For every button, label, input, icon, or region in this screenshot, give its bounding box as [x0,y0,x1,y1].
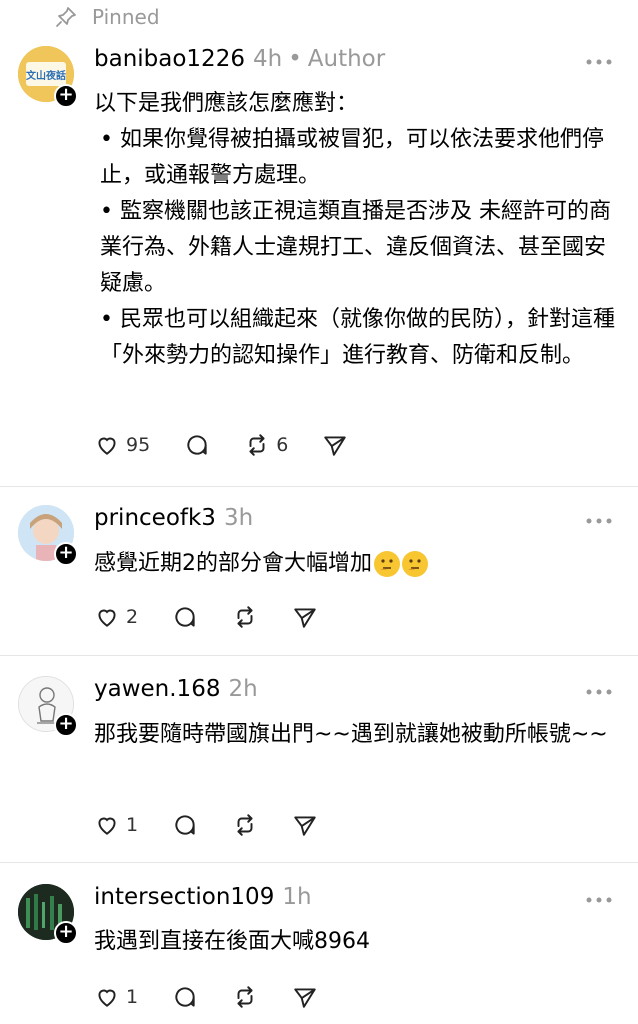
comment-button[interactable] [184,432,210,458]
repost-icon [237,986,253,1008]
more-options-icon[interactable] [586,57,612,67]
post-header: yawen.168 2h [94,676,258,706]
like-count: 1 [126,814,139,836]
post-body: 我遇到直接在後面大喊8964 [94,924,624,960]
thinking-face-emoji [374,551,400,577]
timestamp: 4h [252,46,283,72]
comment-icon [175,815,195,835]
post-body: 感覺近期2的部分會大幅增加 [94,546,624,582]
action-bar: 2 [94,602,352,632]
username[interactable]: yawen.168 [94,676,220,702]
heart-icon [98,609,116,627]
repost-count: 6 [276,434,289,456]
divider [0,486,638,487]
post-header: intersection109 1h [94,884,312,914]
repost-button[interactable] [232,984,258,1010]
comment-icon [175,987,195,1007]
share-button[interactable] [292,812,318,838]
post-text: 感覺近期2的部分會大幅增加 [94,551,372,576]
more-options-icon[interactable] [586,516,612,526]
pin-icon [56,7,76,27]
send-icon [294,988,316,1008]
username[interactable]: banibao1226 [94,46,245,72]
follow-plus-button[interactable]: + [54,921,78,945]
timestamp: 1h [282,884,312,910]
send-icon [294,608,316,628]
repost-icon [249,434,265,456]
divider [0,862,638,863]
follow-plus-button[interactable]: + [54,542,78,566]
pinned-label: Pinned [92,5,160,29]
share-button[interactable] [322,432,348,458]
like-count: 95 [126,434,151,456]
author-badge: Author [307,46,386,72]
pinned-indicator: Pinned [54,4,160,30]
heart-icon [98,817,116,835]
share-button[interactable] [292,984,318,1010]
comment-button[interactable] [172,984,198,1010]
more-options-icon[interactable] [586,895,612,905]
post-paragraph: 以下是我們應該怎麼應對： [94,91,359,116]
post-paragraph: • 民眾也可以組織起來（就像你做的民防），針對這種「外來勢力的認知操作」進行教育… [100,307,615,368]
divider [0,655,638,656]
repost-icon [237,814,253,836]
post-paragraph: • 如果你覺得被拍攝或被冒犯，可以依法要求他們停止，或通報警方處理。 [100,127,604,188]
like-button[interactable]: 1 [94,812,138,838]
comment-button[interactable] [172,812,198,838]
follow-plus-button[interactable]: + [54,713,78,737]
timestamp: 2h [228,676,258,702]
repost-button[interactable] [232,604,258,630]
post-header: princeofk3 3h [94,505,253,535]
send-icon [294,816,316,836]
comment-icon [187,435,207,455]
repost-button[interactable] [232,812,258,838]
post-text: 那我要隨時帶國旗出門~~遇到就讓她被動所帳號~~ [94,722,608,747]
post-header: banibao1226 4h • Author [94,46,385,76]
action-bar: 95 6 [94,430,382,460]
comment-button[interactable] [172,604,198,630]
action-bar: 1 [94,810,352,840]
send-icon [324,436,347,456]
repost-icon [237,606,253,628]
like-button[interactable]: 2 [94,604,138,630]
heart-icon [98,989,116,1007]
heart-icon [98,437,116,455]
thinking-face-emoji [402,551,428,577]
comment-icon [175,607,195,627]
like-button[interactable]: 1 [94,984,138,1010]
action-bar: 1 [94,982,352,1012]
more-options-icon[interactable] [586,687,612,697]
avatar-logo-text: 文山夜話 [26,69,66,82]
post-paragraph: • 監察機關也該正視這類直播是否涉及 未經許可的商業行為、外籍人士違規打工、違反… [100,199,611,296]
follow-plus-button[interactable]: + [54,84,78,108]
share-button[interactable] [292,604,318,630]
repost-button[interactable]: 6 [244,432,288,458]
username[interactable]: princeofk3 [94,505,216,531]
like-button[interactable]: 95 [94,432,150,458]
post-body: 以下是我們應該怎麼應對： • 如果你覺得被拍攝或被冒犯，可以依法要求他們停止，或… [94,86,624,374]
post-body: 那我要隨時帶國旗出門~~遇到就讓她被動所帳號~~ [94,717,624,753]
like-count: 2 [126,606,139,628]
username[interactable]: intersection109 [94,884,274,910]
post-text: 我遇到直接在後面大喊8964 [94,929,370,954]
like-count: 1 [126,986,139,1008]
timestamp: 3h [223,505,254,531]
separator: • [288,46,302,72]
